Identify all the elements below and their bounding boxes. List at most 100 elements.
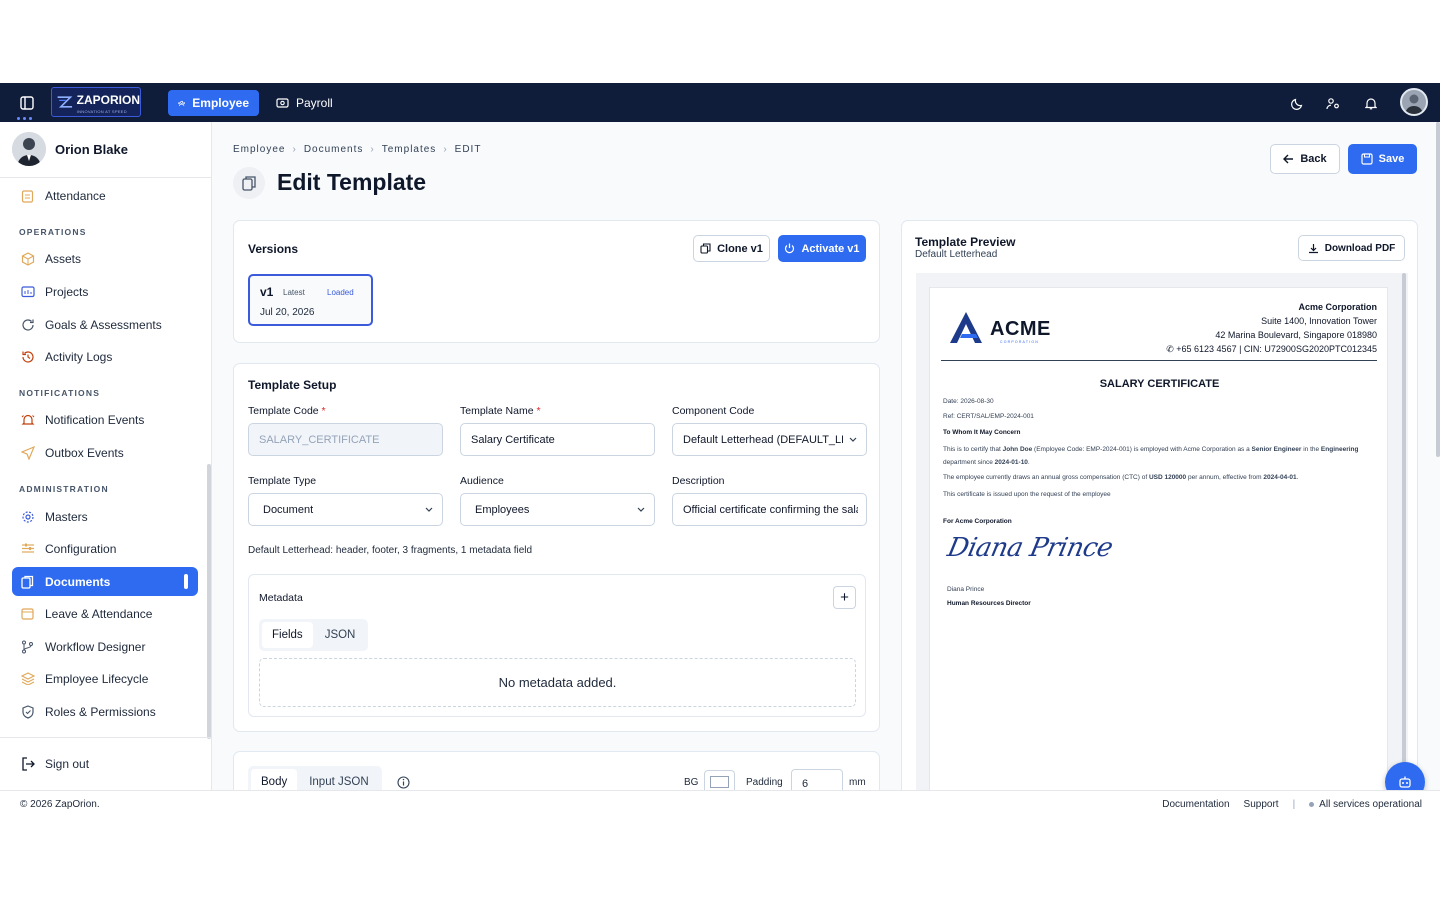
version-date: Jul 20, 2026 <box>260 307 315 318</box>
loaded-badge: Loaded <box>327 288 354 297</box>
sidebar-item-label: Documents <box>45 574 111 589</box>
sidebar-item-goals[interactable]: Goals & Assessments <box>12 310 198 339</box>
status-dot-icon <box>1309 802 1315 807</box>
description-label: Description <box>672 475 725 487</box>
sidebar-item-activity-logs[interactable]: Activity Logs <box>12 342 198 371</box>
template-type-select[interactable]: Document <box>248 493 443 526</box>
theme-toggle-button[interactable] <box>1288 94 1306 112</box>
sidebar-item-masters[interactable]: Masters <box>12 502 198 531</box>
support-link[interactable]: Support <box>1244 799 1279 810</box>
info-icon[interactable] <box>397 776 410 789</box>
shield-icon <box>20 704 35 719</box>
padding-label: Padding <box>746 777 783 788</box>
sidebar-section-notifications: NOTIFICATIONS <box>19 388 101 398</box>
users-icon <box>178 100 186 106</box>
acme-logo-text: ACME <box>990 318 1051 340</box>
sidebar-item-leave-attendance[interactable]: Leave & Attendance <box>12 599 198 628</box>
sidebar-section-administration: ADMINISTRATION <box>19 484 109 494</box>
user-avatar-button[interactable] <box>1400 88 1428 116</box>
sidebar-item-documents[interactable]: Documents <box>12 567 198 596</box>
preview-subtitle: Default Letterhead <box>915 249 998 260</box>
signer-title: Human Resources Director <box>947 600 1031 607</box>
template-code-input[interactable]: SALARY_CERTIFICATE <box>248 423 443 456</box>
back-button[interactable]: Back <box>1270 144 1340 174</box>
nav-payroll-button[interactable]: Payroll <box>266 90 343 116</box>
sidebar-item-label: Notification Events <box>45 412 145 427</box>
download-icon <box>1308 243 1318 253</box>
chevron-down-icon <box>637 507 645 512</box>
company-addr1: Suite 1400, Innovation Tower <box>1261 316 1377 326</box>
sidebar-item-assets[interactable]: Assets <box>12 244 198 273</box>
template-name-input[interactable]: Salary Certificate <box>460 423 655 456</box>
preview-scrollbar[interactable] <box>1402 273 1406 763</box>
git-branch-icon <box>20 639 35 654</box>
sidebar-item-configuration[interactable]: Configuration <box>12 534 198 563</box>
sidebar-item-attendance[interactable]: Attendance <box>12 181 198 210</box>
signer-name: Diana Prince <box>947 586 985 593</box>
power-icon <box>785 243 795 254</box>
app-logo[interactable]: ZAPORION INNOVATION AT SPEED <box>51 87 141 117</box>
user-name: Orion Blake <box>55 141 128 157</box>
version-item[interactable]: v1 Latest Loaded Jul 20, 2026 <box>248 274 373 326</box>
tab-json[interactable]: JSON <box>315 622 366 648</box>
tab-fields[interactable]: Fields <box>262 622 313 648</box>
breadcrumb-employee[interactable]: Employee <box>233 144 285 155</box>
sidebar-item-label: Assets <box>45 251 82 266</box>
breadcrumb-current: EDIT <box>454 144 482 155</box>
system-status: All services operational <box>1309 799 1422 810</box>
chevron-right-icon: › <box>443 144 448 155</box>
sidebar-divider <box>0 737 212 738</box>
description-input[interactable]: Official certificate confirming the sala… <box>672 493 867 526</box>
moon-icon <box>1290 98 1302 110</box>
notifications-button[interactable] <box>1362 94 1380 112</box>
chevron-down-icon <box>849 437 857 442</box>
sidebar-item-notification-events[interactable]: Notification Events <box>12 405 198 434</box>
doc-paragraph-3: This certificate is issued upon the requ… <box>943 491 1111 498</box>
sidebar-toggle-button[interactable] <box>10 87 44 120</box>
people-settings-button[interactable] <box>1324 94 1342 112</box>
nav-employee-button[interactable]: Employee <box>168 90 259 116</box>
sidebar-item-label: Masters <box>45 509 88 524</box>
sidebar-item-outbox-events[interactable]: Outbox Events <box>12 438 198 467</box>
doc-salutation: To Whom It May Concern <box>943 429 1021 436</box>
template-setup-card: Template Setup Template Code * SALARY_CE… <box>233 363 880 732</box>
clipboard-icon <box>20 188 35 203</box>
sidebar-item-label: Goals & Assessments <box>45 317 162 332</box>
clone-button[interactable]: Clone v1 <box>693 235 770 262</box>
download-pdf-button[interactable]: Download PDF <box>1298 235 1405 261</box>
sidebar-user[interactable]: Orion Blake <box>12 132 128 166</box>
send-icon <box>20 445 35 460</box>
breadcrumb-templates[interactable]: Templates <box>382 144 437 155</box>
sidebar-item-projects[interactable]: Projects <box>12 277 198 306</box>
footer-links: Documentation Support | All services ope… <box>1162 799 1422 810</box>
sliders-icon <box>20 541 35 556</box>
template-code-label: Template Code * <box>248 405 326 417</box>
doc-date: Date: 2026-08-30 <box>943 398 994 405</box>
activate-button[interactable]: Activate v1 <box>778 235 866 262</box>
add-metadata-button[interactable]: + <box>833 586 856 609</box>
document-page: ACME CORPORATION Acme Corporation Suite … <box>929 287 1388 793</box>
activate-label: Activate v1 <box>801 242 860 255</box>
chevron-right-icon: › <box>292 144 297 155</box>
component-code-select[interactable]: Default Letterhead (DEFAULT_LETTERHEAD) <box>672 423 867 456</box>
chevron-down-icon <box>425 507 433 512</box>
phone-icon: ✆ <box>1166 344 1174 354</box>
company-address-block: Acme Corporation Suite 1400, Innovation … <box>1166 300 1377 356</box>
document-heading: SALARY CERTIFICATE <box>1099 378 1220 390</box>
save-button[interactable]: Save <box>1348 144 1417 174</box>
sign-out-button[interactable]: Sign out <box>12 749 198 778</box>
sidebar-item-workflow-designer[interactable]: Workflow Designer <box>12 632 198 661</box>
sidebar-section-operations: OPERATIONS <box>19 227 87 237</box>
page-scrollbar[interactable] <box>1436 122 1440 457</box>
audience-select[interactable]: Employees <box>460 493 655 526</box>
breadcrumb-documents[interactable]: Documents <box>304 144 364 155</box>
sidebar-scrollbar[interactable] <box>207 464 211 739</box>
doc-ref: Ref: CERT/SAL/EMP-2024-001 <box>943 413 1034 420</box>
versions-title: Versions <box>248 242 299 256</box>
documents-icon <box>20 574 35 589</box>
acme-logo-subtext: CORPORATION <box>1000 340 1039 344</box>
company-name: Acme Corporation <box>1298 302 1377 312</box>
sidebar-item-roles-permissions[interactable]: Roles & Permissions <box>12 697 198 726</box>
sidebar-item-employee-lifecycle[interactable]: Employee Lifecycle <box>12 664 198 693</box>
documentation-link[interactable]: Documentation <box>1162 799 1229 810</box>
